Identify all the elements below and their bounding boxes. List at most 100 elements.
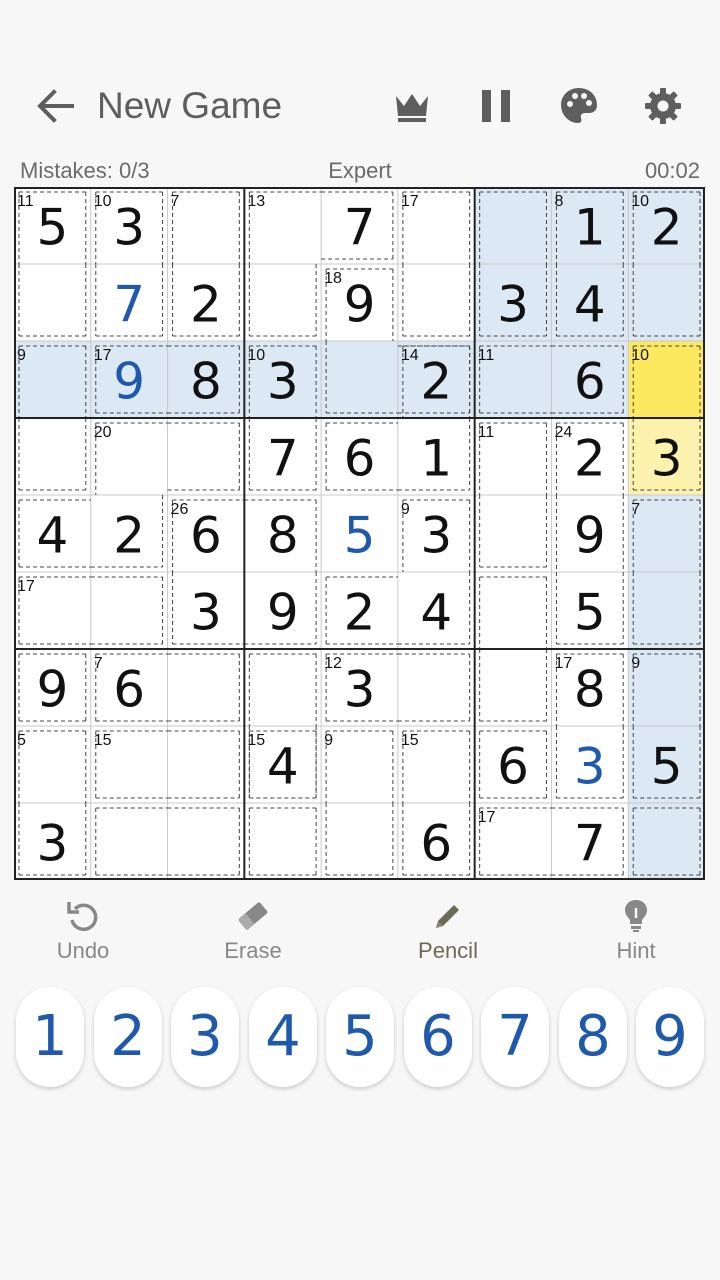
given-digit: 6 xyxy=(574,353,606,411)
cage-sum-label: 10 xyxy=(631,347,649,364)
page-title: New Game xyxy=(97,85,283,126)
grid-cell-r9-c2[interactable] xyxy=(90,803,168,880)
grid-cell-r2-c9[interactable] xyxy=(628,264,705,341)
given-digit: 9 xyxy=(267,584,299,642)
status-bar: Mistakes: 0/3 Expert 00:02 xyxy=(20,154,700,186)
grid-cell-r7-c4[interactable] xyxy=(244,649,322,726)
hint-button[interactable]: Hint xyxy=(566,890,706,970)
cage-sum-label: 11 xyxy=(478,347,495,364)
given-digit: 2 xyxy=(574,430,606,488)
number-key-4[interactable]: 4 xyxy=(249,987,317,1087)
given-digit: 3 xyxy=(420,507,452,565)
grid-cell-r3-c5[interactable] xyxy=(321,341,398,418)
given-digit: 4 xyxy=(420,584,452,642)
cage-sum-label: 15 xyxy=(94,732,112,749)
given-digit: 9 xyxy=(344,276,376,334)
top-bar: New Game xyxy=(0,72,720,140)
grid-cell-r6-c2[interactable] xyxy=(90,572,168,649)
theme-button[interactable] xyxy=(557,84,601,128)
user-digit: 5 xyxy=(344,507,376,565)
pencil-button[interactable]: Pencil xyxy=(378,890,518,970)
crown-button[interactable] xyxy=(390,84,434,128)
cage-sum-label: 13 xyxy=(247,193,265,210)
given-digit: 3 xyxy=(651,430,683,488)
given-digit: 3 xyxy=(497,276,529,334)
number-pad: 1 2 3 4 5 6 7 8 9 xyxy=(0,987,720,1087)
grid-cell-r9-c9[interactable] xyxy=(628,803,705,880)
user-digit: 9 xyxy=(113,353,145,411)
grid-cell-r4-c1[interactable] xyxy=(14,418,91,495)
given-digit: 5 xyxy=(574,584,606,642)
cage-sum-label: 5 xyxy=(17,732,26,749)
grid-cell-r2-c6[interactable] xyxy=(397,264,475,341)
grid-cell-r6-c9[interactable] xyxy=(628,572,705,649)
cage-sum-label: 10 xyxy=(94,193,112,210)
number-key-6[interactable]: 6 xyxy=(404,987,472,1087)
grid-cell-r2-c4[interactable] xyxy=(244,264,322,341)
cage-sum-label: 24 xyxy=(554,424,572,441)
grid-cell-r7-c6[interactable] xyxy=(397,649,475,726)
number-key-3[interactable]: 3 xyxy=(171,987,239,1087)
given-digit: 2 xyxy=(190,276,222,334)
given-digit: 4 xyxy=(36,507,68,565)
erase-label: Erase xyxy=(224,938,282,963)
given-digit: 3 xyxy=(113,199,145,257)
user-digit: 7 xyxy=(113,276,145,334)
grid-cell-r8-c3[interactable] xyxy=(167,726,245,803)
cage-sum-label: 17 xyxy=(554,655,572,672)
user-digit: 3 xyxy=(574,738,606,796)
cage-sum-label: 17 xyxy=(17,578,35,595)
given-digit: 6 xyxy=(344,430,376,488)
given-digit: 7 xyxy=(344,199,376,257)
cage-sum-label: 7 xyxy=(171,193,180,210)
given-digit: 3 xyxy=(36,815,68,873)
given-digit: 9 xyxy=(574,507,606,565)
pause-button[interactable] xyxy=(474,84,518,128)
pencil-label: Pencil xyxy=(418,938,478,963)
settings-button[interactable] xyxy=(641,84,685,128)
given-digit: 8 xyxy=(190,353,222,411)
given-digit: 1 xyxy=(420,430,452,488)
cage-sum-label: 11 xyxy=(478,424,495,441)
number-key-1[interactable]: 1 xyxy=(16,987,84,1087)
killer-sudoku-grid[interactable]: 11 10 7 13 17 8 10189 17 10 14 11 1020 11 2426 9 7177 12… xyxy=(14,187,705,880)
cage-sum-label: 17 xyxy=(401,193,419,210)
number-key-7[interactable]: 7 xyxy=(481,987,549,1087)
cage-sum-label: 17 xyxy=(94,347,112,364)
undo-icon xyxy=(67,902,98,932)
cage-sum-label: 26 xyxy=(171,501,189,518)
grid-cell-r9-c3[interactable] xyxy=(167,803,245,880)
grid-cell-r7-c3[interactable] xyxy=(167,649,245,726)
given-digit: 6 xyxy=(190,507,222,565)
back-button[interactable] xyxy=(34,84,78,128)
pencil-icon xyxy=(436,905,459,928)
grid-cell-r7-c7[interactable] xyxy=(474,649,552,726)
cage-sum-label: 17 xyxy=(478,809,496,826)
number-key-2[interactable]: 2 xyxy=(94,987,162,1087)
tool-bar: Undo Erase Pencil Hint xyxy=(0,890,720,970)
grid-cell-r9-c4[interactable] xyxy=(244,803,322,880)
undo-button[interactable]: Undo xyxy=(13,890,153,970)
pause-icon xyxy=(482,90,510,122)
grid-cell-r4-c3[interactable] xyxy=(167,418,245,495)
number-key-9[interactable]: 9 xyxy=(636,987,704,1087)
erase-button[interactable]: Erase xyxy=(183,890,323,970)
grid-cell-r5-c7[interactable] xyxy=(474,495,552,572)
crown-icon xyxy=(396,94,428,122)
grid-cell-r9-c5[interactable] xyxy=(321,803,398,880)
grid-cell-r6-c7[interactable] xyxy=(474,572,552,649)
given-digit: 8 xyxy=(574,661,606,719)
grid-cell-r2-c1[interactable] xyxy=(14,264,91,341)
game-timer: 00:02 xyxy=(644,158,700,183)
cage-sum-label: 7 xyxy=(631,501,640,518)
cage-sum-label: 8 xyxy=(554,193,563,210)
given-digit: 9 xyxy=(36,661,68,719)
eraser-icon xyxy=(238,902,268,930)
grid-cell-r1-c7[interactable] xyxy=(474,187,552,264)
given-digit: 8 xyxy=(267,507,299,565)
number-key-5[interactable]: 5 xyxy=(326,987,394,1087)
sudoku-board[interactable]: 11 10 7 13 17 8 10 18 9 17 10 14 11 10 20 11 24 26 9 7 17 7 12… xyxy=(14,187,705,880)
given-digit: 3 xyxy=(344,661,376,719)
number-key-8[interactable]: 8 xyxy=(559,987,627,1087)
lightbulb-icon xyxy=(625,900,647,932)
